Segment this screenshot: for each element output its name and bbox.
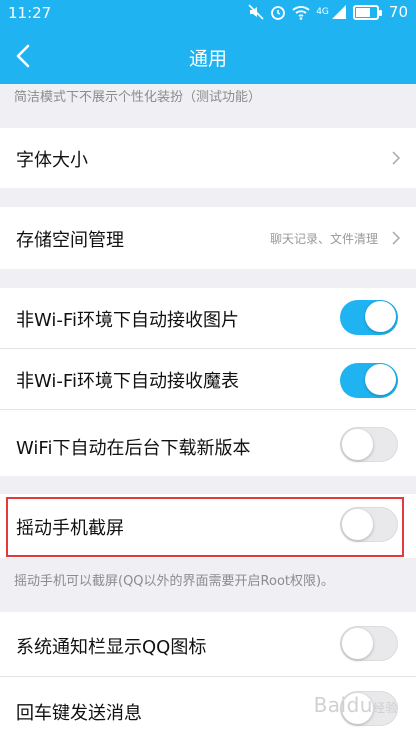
auto-image-toggle[interactable] [340,300,398,335]
mute-icon [248,4,264,20]
network-label: 4G [316,7,329,17]
font-size-label: 字体大小 [16,150,88,171]
status-time: 11:27 [8,4,52,22]
shake-screenshot-label: 摇动手机截屏 [16,518,124,539]
battery-level: 70 [388,3,408,21]
notify-icon-label: 系统通知栏显示QQ图标 [16,637,207,658]
top-hint: 简洁模式下不展示个性化装扮（测试功能） [14,90,262,105]
storage-value: 聊天记录、文件清理 [269,232,378,246]
chevron-right-icon [392,231,401,245]
storage-label: 存储空间管理 [16,230,124,251]
auto-image-row: 非Wi-Fi环境下自动接收图片 [0,288,416,348]
auto-emoji-toggle[interactable] [340,363,398,398]
toggle-knob [342,429,373,460]
status-icons: 4G 70 [248,3,408,21]
shake-screenshot-row: 摇动手机截屏 [0,494,416,558]
auto-emoji-label: 非Wi-Fi环境下自动接收魔表 [16,371,239,392]
title-bar: 通用 [0,28,416,84]
auto-update-row: WiFi下自动在后台下载新版本 [0,410,416,476]
toggle-knob [365,364,396,395]
notify-icon-toggle[interactable] [340,626,398,661]
watermark-suffix: 经验 [372,701,398,715]
shake-screenshot-toggle[interactable] [340,507,398,542]
toggle-knob [342,509,373,540]
chevron-right-icon [392,151,401,165]
enter-send-label: 回车键发送消息 [16,703,142,724]
watermark: Baidu经验 [314,693,398,717]
page-title: 通用 [188,48,227,70]
notify-icon-row: 系统通知栏显示QQ图标 [0,612,416,676]
auto-update-toggle[interactable] [340,427,398,462]
status-bar: 11:27 4G 70 [0,0,416,28]
watermark-brand: Baidu [313,693,373,717]
battery-fill [355,7,370,17]
auto-update-label: WiFi下自动在后台下载新版本 [16,438,251,459]
font-size-row[interactable]: 字体大小 [0,128,416,188]
signal-icon [331,5,346,19]
auto-image-label: 非Wi-Fi环境下自动接收图片 [16,310,239,331]
storage-row[interactable]: 存储空间管理 聊天记录、文件清理 [0,207,416,269]
auto-emoji-row: 非Wi-Fi环境下自动接收魔表 [0,349,416,409]
battery-icon [352,4,382,20]
wifi-icon [292,6,310,20]
alarm-icon [271,6,286,20]
toggle-knob [342,628,373,659]
shake-hint: 摇动手机可以截屏(QQ以外的界面需要开启Root权限)。 [14,574,335,589]
toggle-knob [365,301,396,332]
